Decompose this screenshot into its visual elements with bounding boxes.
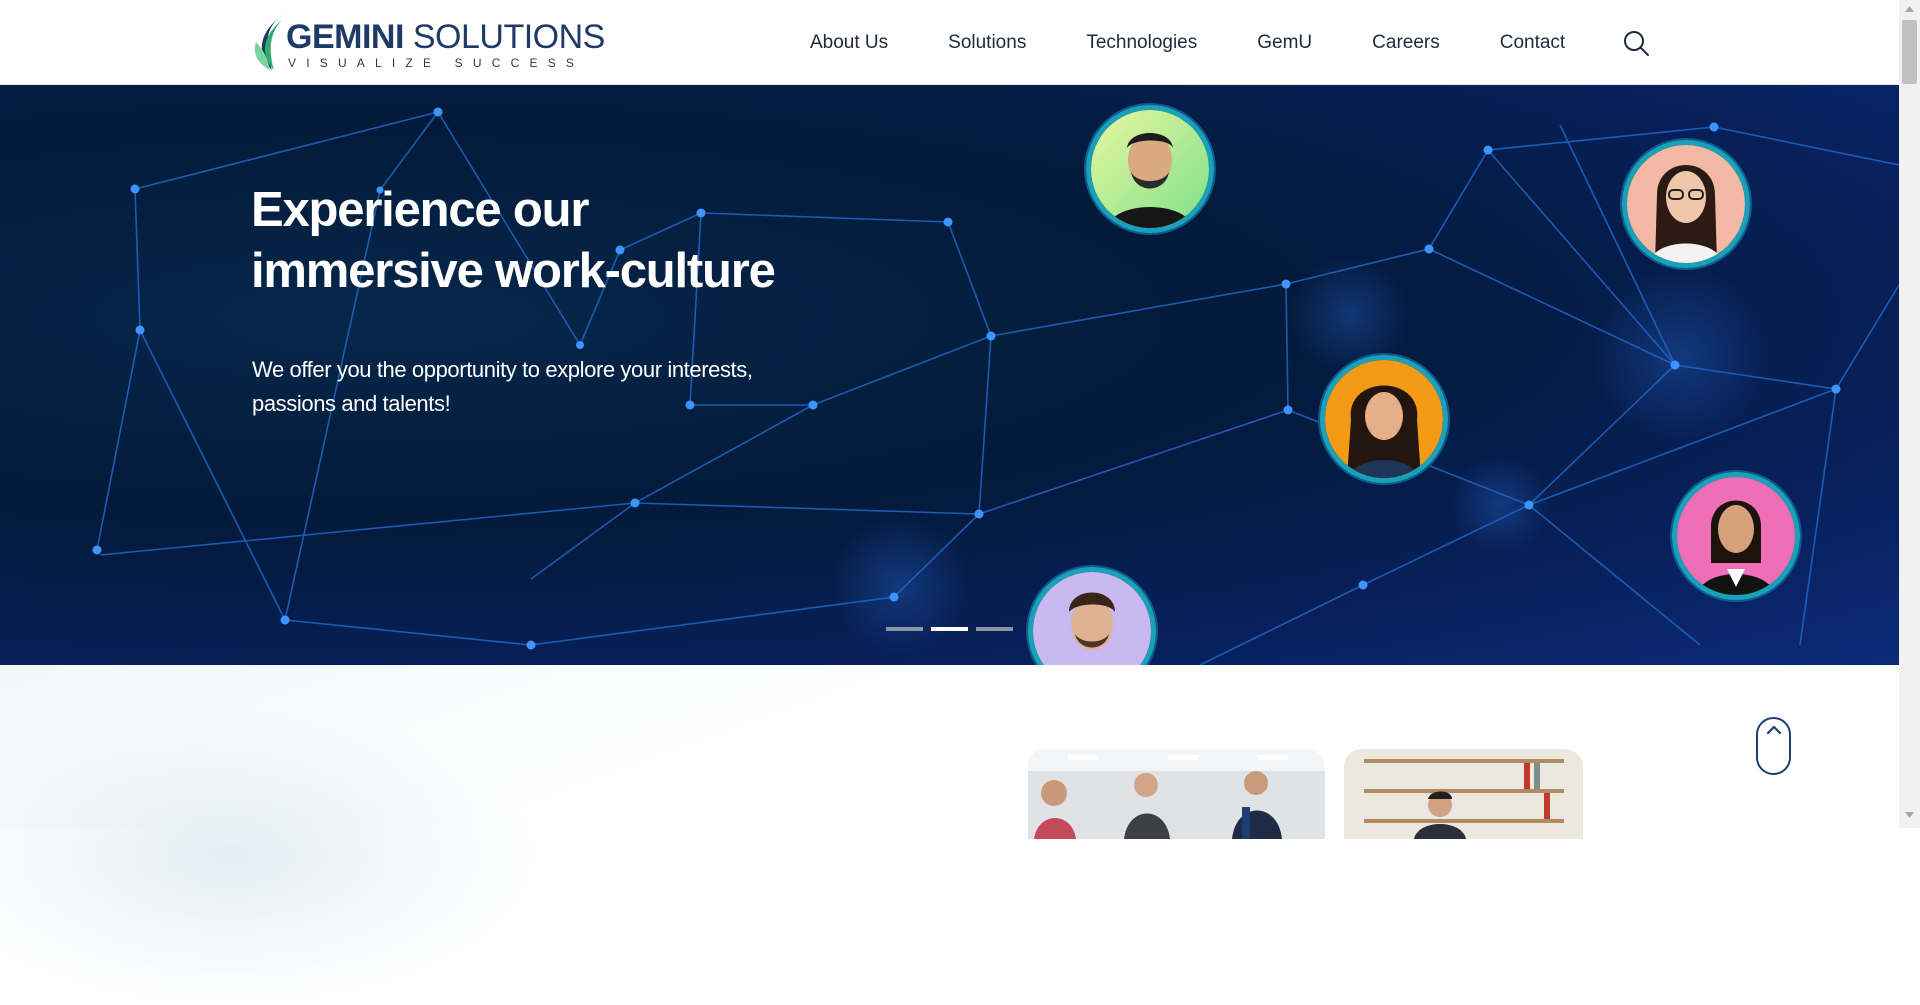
about-section [0,665,1899,1005]
nav-contact[interactable]: Contact [1500,32,1565,54]
logo-wordmark: GEMINI SOLUTIONS [286,18,605,56]
site-header: GEMINI SOLUTIONS VISUALIZE SUCCESS About… [0,0,1899,85]
team-avatar-2 [1622,140,1750,268]
slide-dot-2[interactable] [931,627,968,631]
slider-dots [886,627,1013,631]
nav-technologies[interactable]: Technologies [1086,32,1197,54]
logo-tagline: VISUALIZE SUCCESS [288,56,585,70]
nav-about-us[interactable]: About Us [810,32,888,54]
leaf-logo-icon [254,14,284,70]
background-glow [0,705,540,1005]
search-button[interactable] [1622,29,1650,57]
scroll-up-arrow-icon[interactable] [1905,6,1914,12]
logo[interactable]: GEMINI SOLUTIONS VISUALIZE SUCCESS [250,12,605,72]
team-avatar-1 [1086,105,1214,233]
scrollbar-thumb[interactable] [1902,20,1917,84]
nav-solutions[interactable]: Solutions [948,32,1026,54]
office-work-photo [1344,749,1583,839]
scroll-to-top-button[interactable] [1756,717,1791,775]
slide-dot-3[interactable] [976,627,1013,631]
hero-banner: Experience our immersive work-culture We… [0,85,1899,665]
team-avatar-3 [1320,355,1448,483]
hero-subtitle: We offer you the opportunity to explore … [252,357,753,416]
nav-gemu[interactable]: GemU [1257,32,1312,54]
main-nav: About Us Solutions Technologies GemU Car… [810,0,1625,85]
search-icon [1624,31,1649,56]
hero-title: Experience our immersive work-culture [251,183,776,298]
chevron-up-icon [1766,725,1781,735]
team-avatar-4 [1672,472,1800,600]
office-team-photo [1028,749,1325,839]
slide-dot-1[interactable] [886,627,923,631]
scroll-down-arrow-icon[interactable] [1905,812,1914,818]
page-scrollbar[interactable] [1899,0,1920,828]
nav-careers[interactable]: Careers [1372,32,1440,54]
